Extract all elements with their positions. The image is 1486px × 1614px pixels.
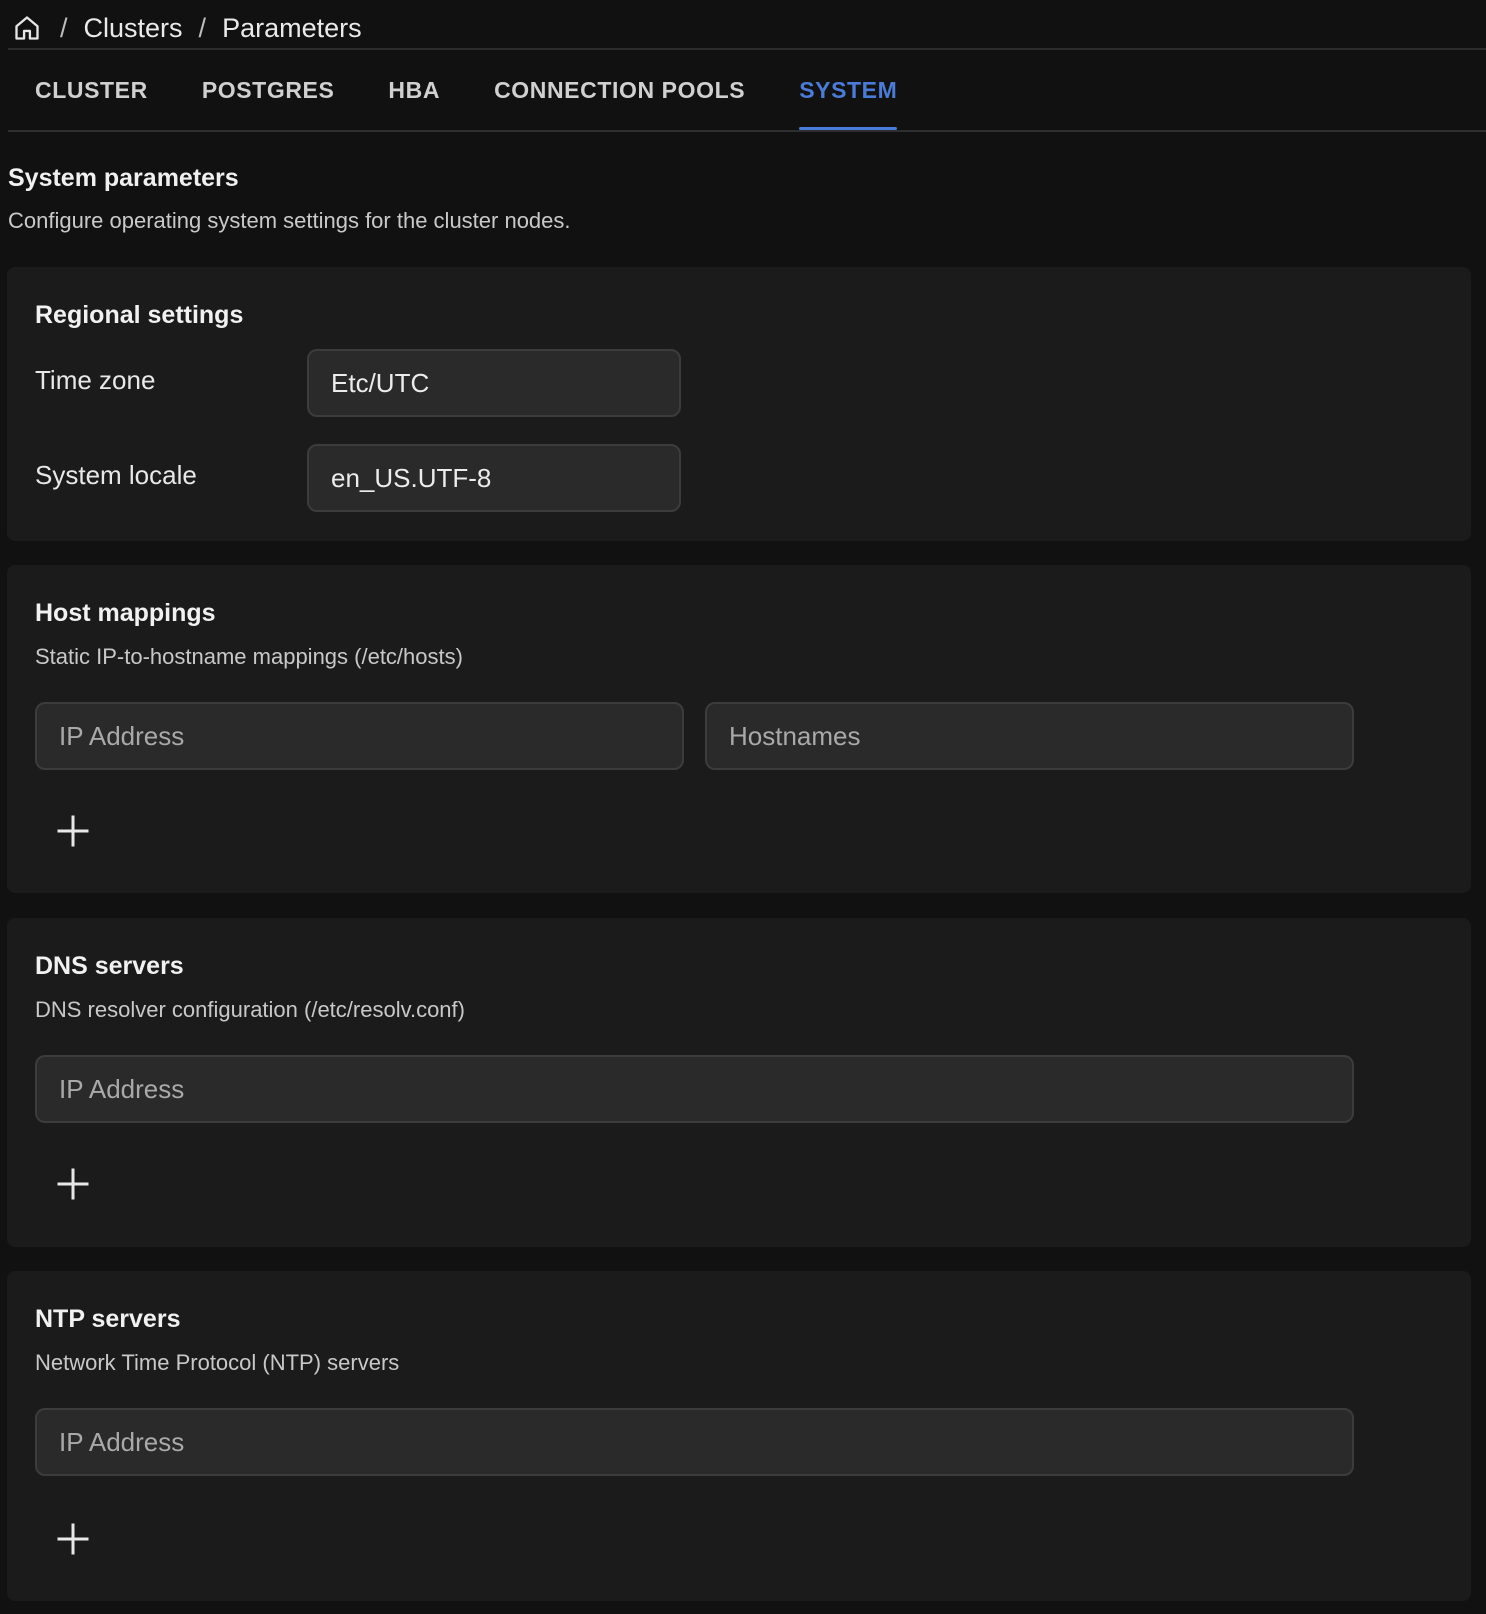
hostnames-input[interactable] [705, 702, 1354, 770]
tab-connection-pools[interactable]: CONNECTION POOLS [467, 50, 772, 130]
breadcrumb-clusters[interactable]: Clusters [84, 13, 183, 44]
tab-hba[interactable]: HBA [361, 50, 467, 130]
add-ntp-server-button[interactable] [45, 1511, 101, 1567]
dns-ip-address-input[interactable] [35, 1055, 1354, 1123]
locale-label: System locale [35, 460, 197, 490]
breadcrumb-parameters: Parameters [222, 12, 362, 43]
ntp-ip-address-input[interactable] [35, 1408, 1354, 1476]
page-subtitle: Configure operating system settings for … [8, 208, 571, 233]
breadcrumb-separator: / [60, 12, 68, 43]
tab-bar: CLUSTER POSTGRES HBA CONNECTION POOLS SY… [8, 50, 1486, 130]
host-mappings-description: Static IP-to-hostname mappings (/etc/hos… [35, 644, 463, 669]
ntp-servers-card: NTP servers Network Time Protocol (NTP) … [7, 1271, 1471, 1601]
tab-cluster[interactable]: CLUSTER [8, 50, 175, 130]
timezone-label: Time zone [35, 365, 156, 395]
plus-icon [57, 815, 89, 847]
plus-icon [57, 1168, 89, 1200]
tabs-divider [8, 130, 1486, 132]
plus-icon [57, 1523, 89, 1555]
regional-settings-card: Regional settings Time zone System local… [7, 267, 1471, 541]
add-dns-server-button[interactable] [45, 1156, 101, 1212]
dns-servers-description: DNS resolver configuration (/etc/resolv.… [35, 997, 465, 1022]
breadcrumb: / Clusters / Parameters [12, 6, 362, 50]
host-mappings-title: Host mappings [35, 599, 216, 627]
regional-settings-title: Regional settings [35, 301, 244, 329]
tab-postgres[interactable]: POSTGRES [175, 50, 362, 130]
home-icon[interactable] [12, 13, 42, 43]
host-ip-address-input[interactable] [35, 702, 684, 770]
page-title: System parameters [8, 164, 239, 192]
breadcrumb-separator: / [198, 12, 207, 43]
dns-servers-card: DNS servers DNS resolver configuration (… [7, 918, 1471, 1247]
ntp-servers-title: NTP servers [35, 1305, 181, 1333]
tab-system[interactable]: SYSTEM [772, 50, 924, 130]
locale-input[interactable] [307, 444, 681, 512]
timezone-input[interactable] [307, 349, 681, 417]
dns-servers-title: DNS servers [35, 952, 184, 980]
add-host-mapping-button[interactable] [45, 803, 101, 859]
host-mappings-card: Host mappings Static IP-to-hostname mapp… [7, 565, 1471, 893]
ntp-servers-description: Network Time Protocol (NTP) servers [35, 1350, 400, 1375]
